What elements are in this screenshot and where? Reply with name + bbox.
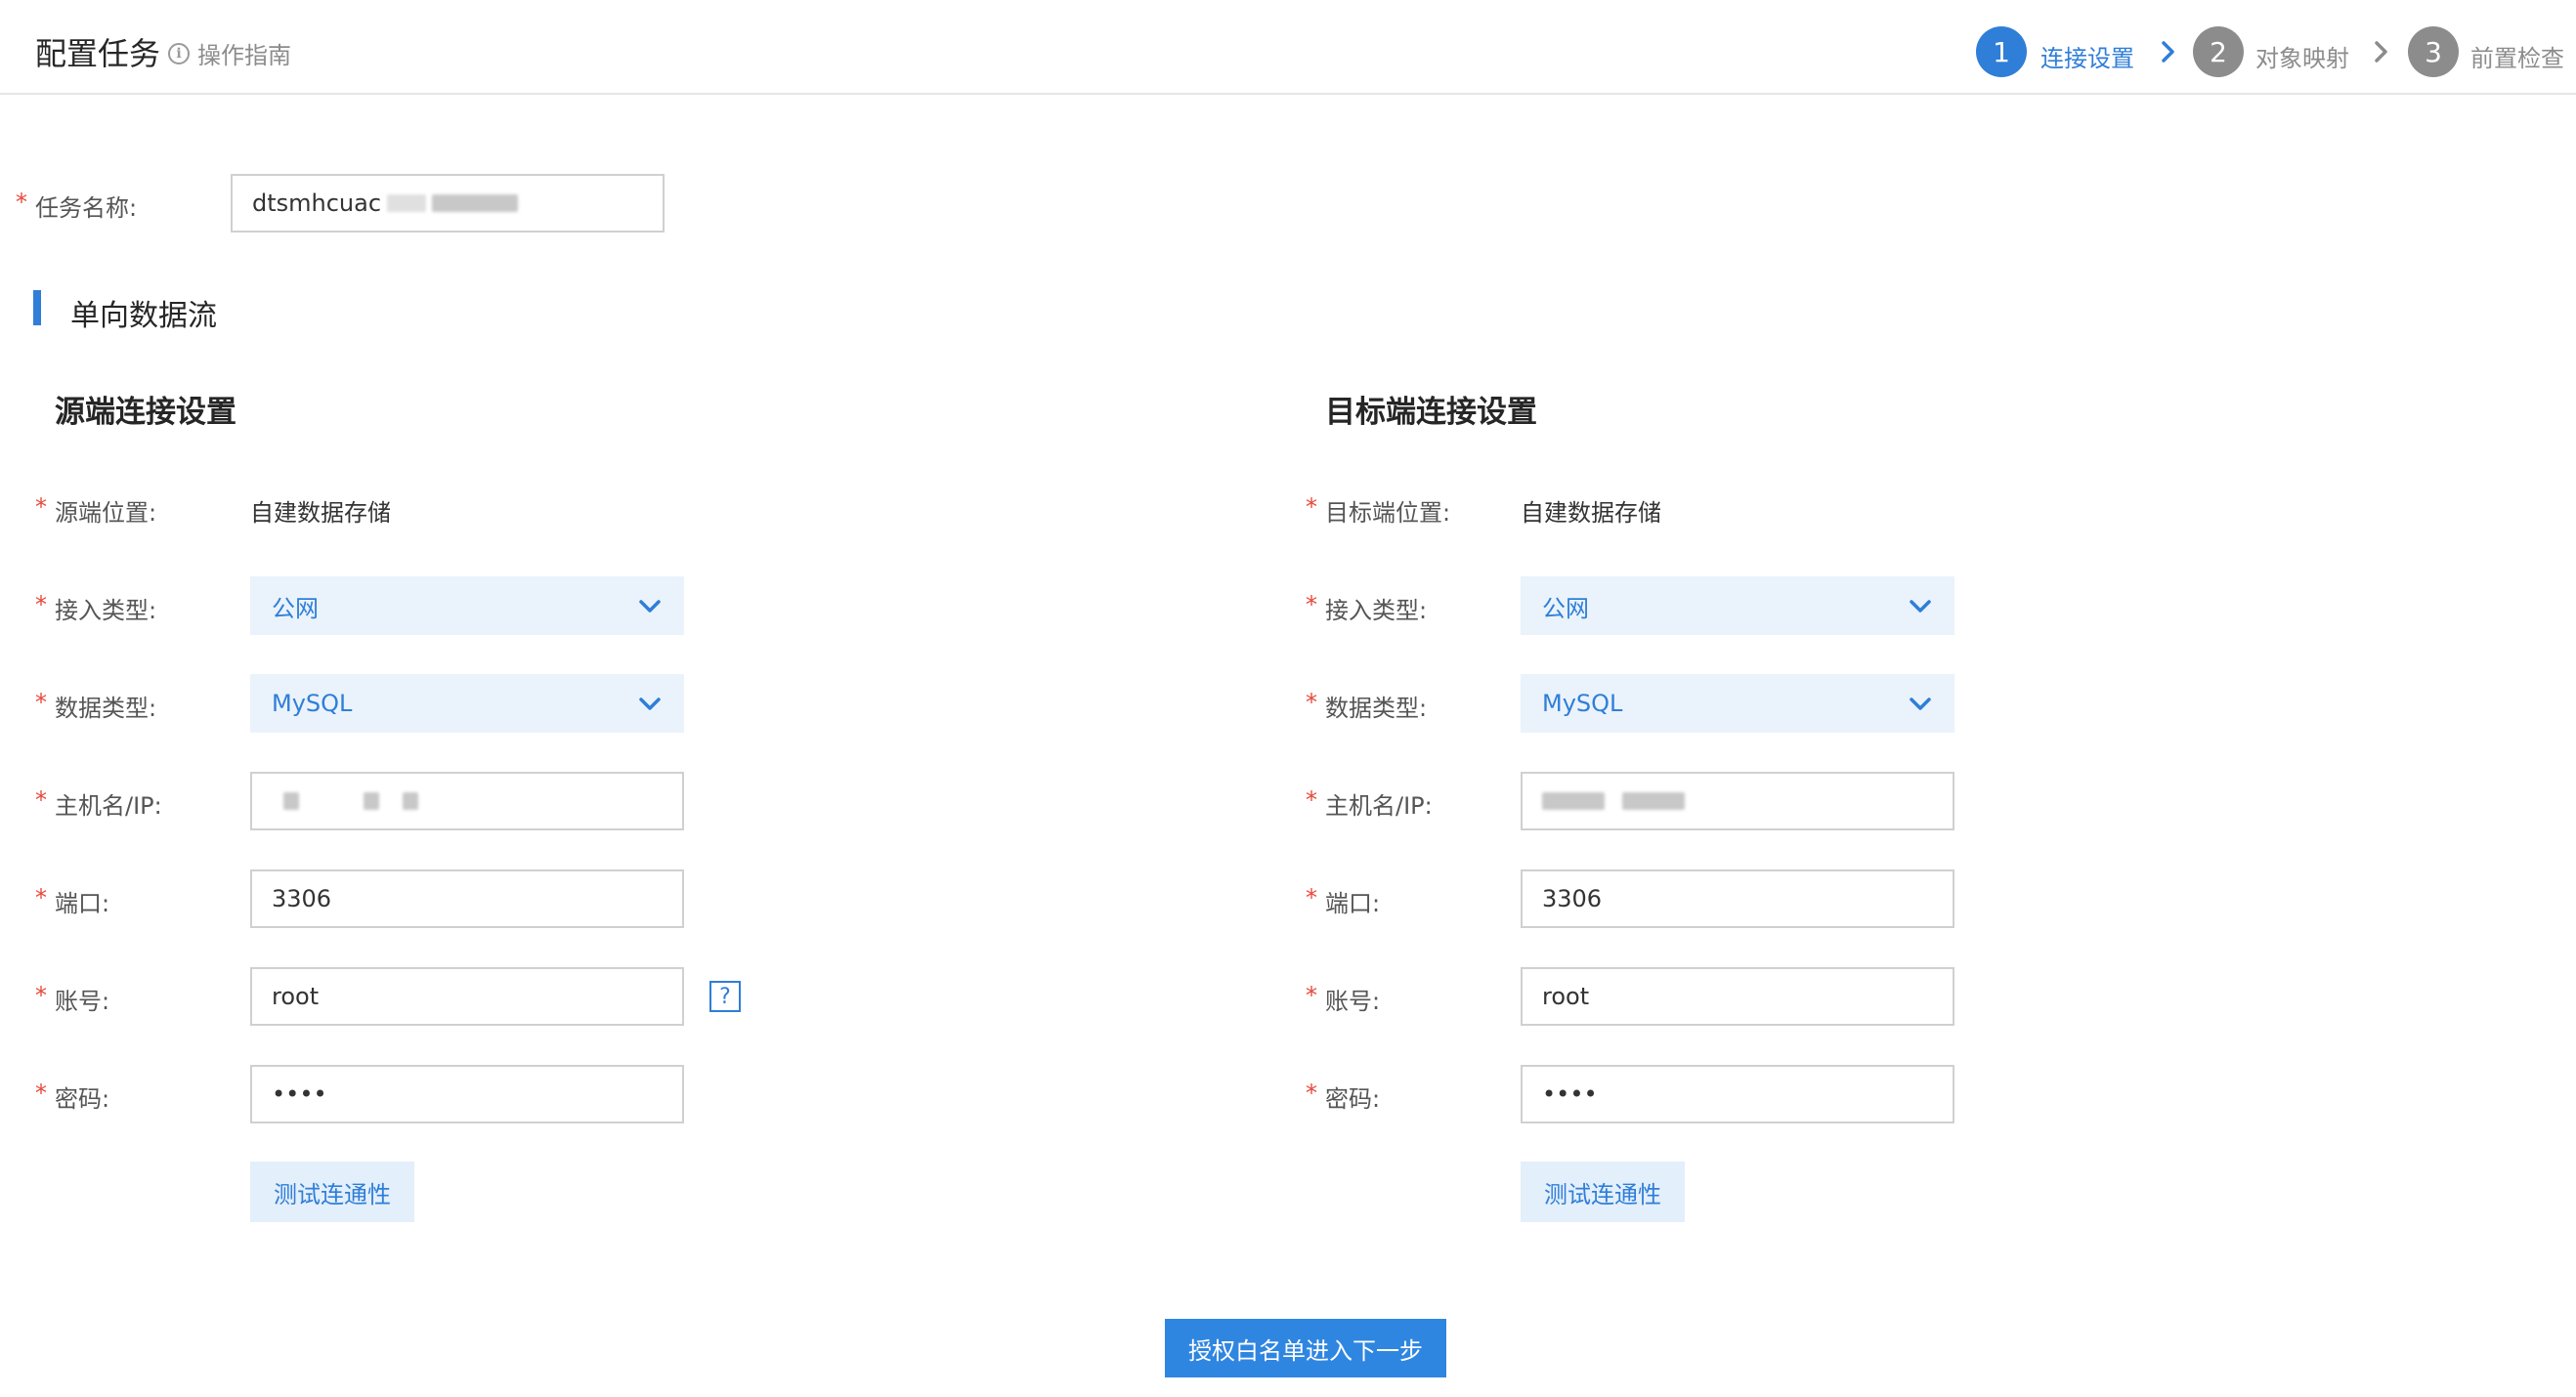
task-name-label: 任务名称: <box>35 194 138 222</box>
target-db-type-label: 数据类型: <box>1325 695 1428 722</box>
required-marker: * <box>35 689 47 716</box>
redacted-text <box>1542 792 1605 810</box>
source-host-input[interactable] <box>250 772 684 830</box>
authorize-whitelist-next-button[interactable]: 授权白名单进入下一步 <box>1165 1319 1446 1377</box>
source-password-input[interactable]: •••• <box>250 1065 684 1123</box>
required-marker: * <box>35 786 47 814</box>
target-access-type-label: 接入类型: <box>1325 597 1428 624</box>
source-db-type-value: MySQL <box>272 690 353 717</box>
header: 配置任务 i 操作指南 1 连接设置 2 对象映射 3 前置检查 <box>0 0 2576 95</box>
redacted-text <box>283 792 299 810</box>
redacted-text <box>1622 792 1685 810</box>
redacted-text <box>403 792 418 810</box>
source-password-value: •••• <box>272 1080 327 1108</box>
required-marker: * <box>1306 689 1317 716</box>
source-account-label: 账号: <box>55 988 110 1015</box>
required-marker: * <box>1306 884 1317 911</box>
info-icon: i <box>168 42 190 64</box>
source-host-label: 主机名/IP: <box>55 792 162 820</box>
help-icon[interactable]: ? <box>709 981 741 1012</box>
target-db-type-select[interactable]: MySQL <box>1521 674 1954 733</box>
target-db-type-value: MySQL <box>1542 690 1623 717</box>
target-access-type-value: 公网 <box>1542 594 1589 622</box>
source-title: 源端连接设置 <box>55 395 236 430</box>
source-port-value: 3306 <box>272 885 332 912</box>
source-location-label: 源端位置: <box>55 499 157 527</box>
source-account-input[interactable]: root <box>250 967 684 1026</box>
source-account-value: root <box>272 983 320 1010</box>
required-marker: * <box>35 591 47 618</box>
redacted-text <box>364 792 379 810</box>
source-access-type-value: 公网 <box>272 594 319 622</box>
required-marker: * <box>35 982 47 1009</box>
page-title: 配置任务 <box>35 35 161 72</box>
step-2-circle: 2 <box>2193 26 2244 77</box>
chevron-right-icon <box>2375 41 2387 63</box>
source-db-type-label: 数据类型: <box>55 695 157 722</box>
required-marker: * <box>35 884 47 911</box>
redacted-text <box>432 194 519 212</box>
source-test-connection-button[interactable]: 测试连通性 <box>250 1162 414 1222</box>
target-title: 目标端连接设置 <box>1325 395 1537 430</box>
target-access-type-select[interactable]: 公网 <box>1521 576 1954 635</box>
step-2-label: 对象映射 <box>2255 45 2349 72</box>
chevron-right-icon <box>2162 41 2174 63</box>
target-account-label: 账号: <box>1325 988 1381 1015</box>
target-host-label: 主机名/IP: <box>1325 792 1433 820</box>
target-port-label: 端口: <box>1325 890 1381 917</box>
task-name-value: dtsmhcuac <box>252 190 382 217</box>
target-password-label: 密码: <box>1325 1085 1381 1113</box>
required-marker: * <box>1306 1080 1317 1107</box>
target-password-input[interactable]: •••• <box>1521 1065 1954 1123</box>
required-marker: * <box>1306 982 1317 1009</box>
target-location-value: 自建数据存储 <box>1521 499 1661 527</box>
chevron-down-icon <box>639 600 661 613</box>
chevron-down-icon <box>639 698 661 710</box>
target-port-value: 3306 <box>1542 885 1603 912</box>
source-password-label: 密码: <box>55 1085 110 1113</box>
step-1-label: 连接设置 <box>2040 45 2134 72</box>
chevron-down-icon <box>1910 698 1931 710</box>
target-location-label: 目标端位置: <box>1325 499 1451 527</box>
section-title: 单向数据流 <box>70 299 217 333</box>
source-port-label: 端口: <box>55 890 110 917</box>
target-account-value: root <box>1542 983 1590 1010</box>
step-3-label: 前置检查 <box>2470 45 2564 72</box>
chevron-down-icon <box>1910 600 1931 613</box>
required-marker: * <box>16 189 27 216</box>
section-accent-bar <box>33 290 41 325</box>
required-marker: * <box>1306 786 1317 814</box>
required-marker: * <box>1306 493 1317 521</box>
target-port-input[interactable]: 3306 <box>1521 869 1954 928</box>
target-test-connection-button[interactable]: 测试连通性 <box>1521 1162 1685 1222</box>
source-location-value: 自建数据存储 <box>250 499 391 527</box>
required-marker: * <box>1306 591 1317 618</box>
guide-link[interactable]: i 操作指南 <box>168 36 291 70</box>
step-3-circle: 3 <box>2408 26 2459 77</box>
source-access-type-label: 接入类型: <box>55 597 157 624</box>
source-port-input[interactable]: 3306 <box>250 869 684 928</box>
target-password-value: •••• <box>1542 1080 1598 1108</box>
source-db-type-select[interactable]: MySQL <box>250 674 684 733</box>
required-marker: * <box>35 1080 47 1107</box>
source-access-type-select[interactable]: 公网 <box>250 576 684 635</box>
task-name-input[interactable]: dtsmhcuac <box>231 174 665 233</box>
step-1-circle: 1 <box>1976 26 2027 77</box>
redacted-text <box>387 194 427 212</box>
required-marker: * <box>35 493 47 521</box>
target-account-input[interactable]: root <box>1521 967 1954 1026</box>
target-host-input[interactable] <box>1521 772 1954 830</box>
guide-link-label: 操作指南 <box>197 42 291 69</box>
